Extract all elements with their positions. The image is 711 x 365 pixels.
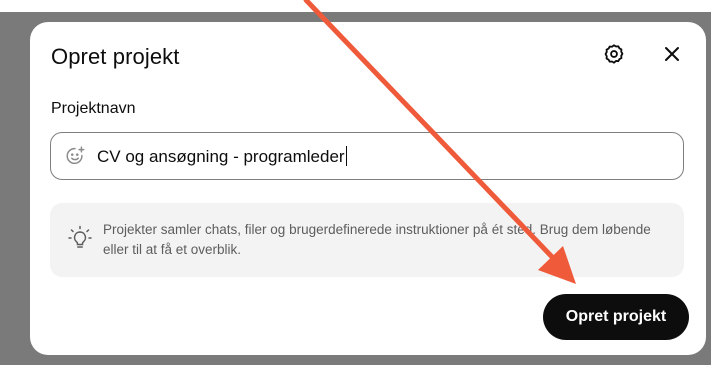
info-text: Projekter samler chats, filer og brugerd… [103, 222, 651, 257]
emoji-add-icon[interactable] [63, 144, 87, 168]
project-name-label: Projektnavn [51, 100, 136, 117]
gear-icon [603, 43, 625, 70]
project-name-value: CV og ansøgning - programleder [97, 146, 345, 166]
create-project-button[interactable]: Opret projekt [543, 294, 689, 340]
lightbulb-icon [68, 225, 92, 253]
close-icon [663, 45, 681, 68]
info-box: Projekter samler chats, filer og brugerd… [50, 203, 684, 277]
backdrop-strip [0, 0, 711, 12]
settings-button[interactable] [598, 40, 630, 72]
create-project-dialog: Opret projekt Projektnavn CV og ansøgnin… [30, 22, 706, 355]
dialog-title: Opret projekt [51, 44, 180, 69]
project-name-field[interactable]: CV og ansøgning - programleder [50, 132, 684, 180]
close-button[interactable] [656, 40, 688, 72]
project-name-input[interactable]: CV og ansøgning - programleder [97, 145, 347, 167]
text-caret [345, 145, 347, 166]
